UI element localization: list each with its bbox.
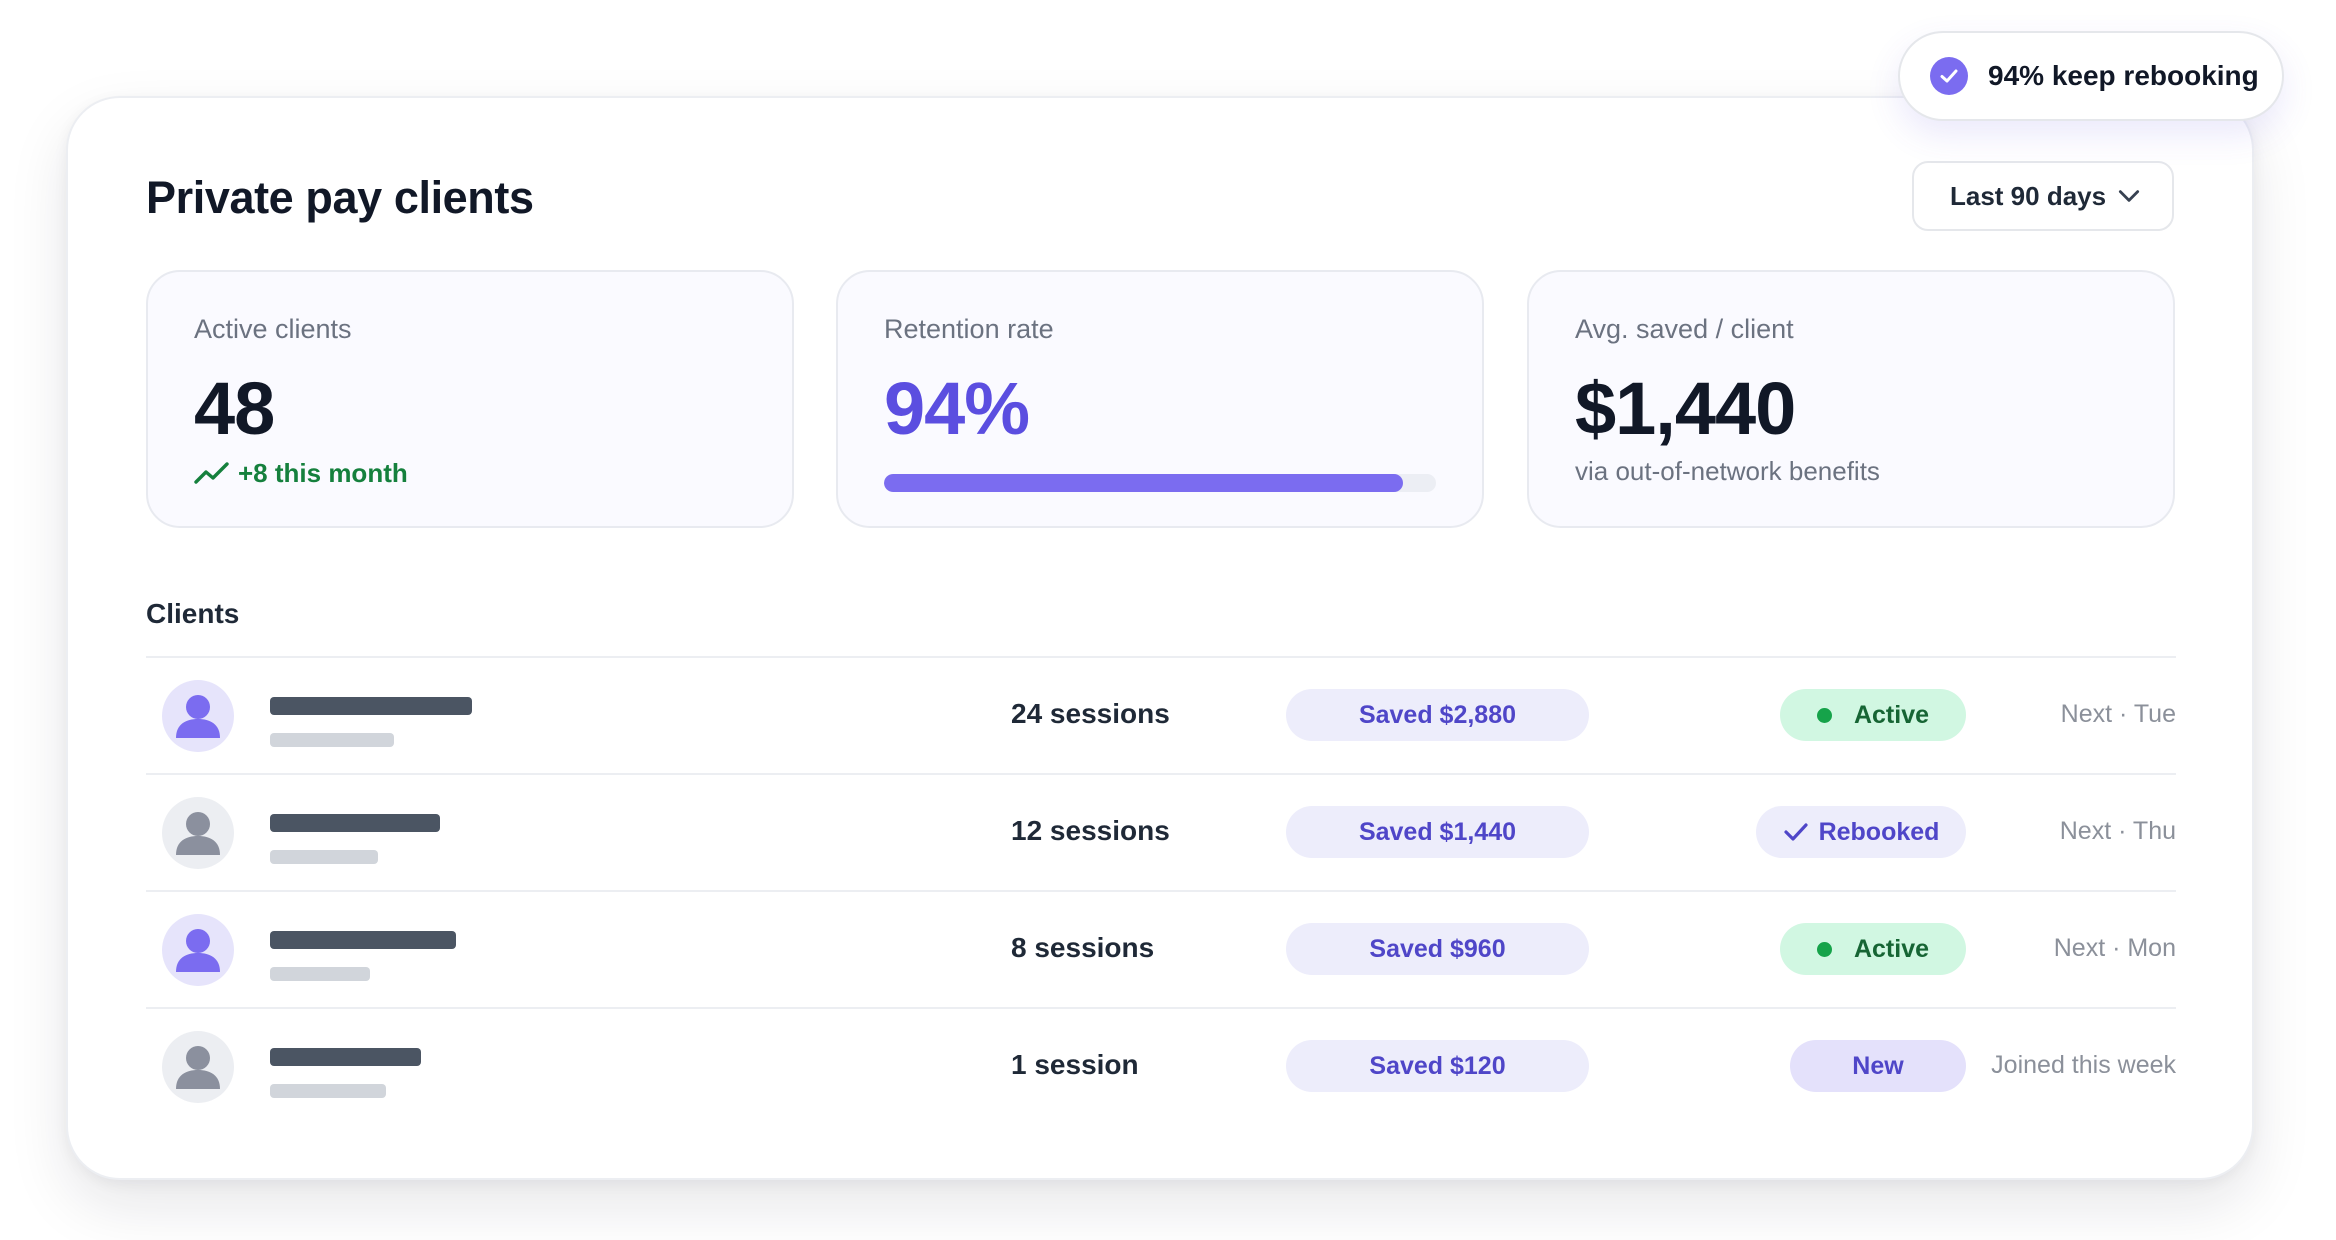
client-name-placeholder — [270, 931, 456, 949]
client-row[interactable]: 24 sessions Saved $2,880 Active Next · T… — [146, 656, 2176, 773]
user-icon — [176, 1046, 220, 1089]
check-icon — [1940, 69, 1958, 83]
status-badge: Active — [1780, 689, 1966, 741]
page-title: Private pay clients — [146, 172, 534, 223]
status-dot-icon — [1816, 707, 1832, 723]
client-name-placeholder — [270, 1048, 421, 1066]
session-count: 12 sessions — [1011, 815, 1170, 846]
avatar — [162, 914, 234, 986]
avg-saved-subtitle: via out-of-network benefits — [1575, 456, 1880, 486]
avg-saved-value: $1,440 — [1575, 367, 1796, 450]
saved-amount-badge: Saved $1,440 — [1286, 806, 1589, 858]
rebooking-badge-text: 94% keep rebooking — [1988, 60, 2259, 91]
client-detail-placeholder — [270, 1084, 386, 1098]
avg-saved-card: Avg. saved / client $1,440 via out-of-ne… — [1527, 270, 2175, 528]
client-detail-placeholder — [270, 967, 370, 981]
trend-up-icon — [194, 461, 229, 484]
client-detail-placeholder — [270, 850, 378, 864]
next-session: Next · Tue — [2060, 700, 2176, 728]
client-name-placeholder — [270, 814, 440, 832]
active-clients-trend-text: +8 this month — [238, 458, 408, 488]
retention-rate-label: Retention rate — [884, 314, 1054, 344]
active-clients-trend: +8 this month — [194, 458, 408, 489]
clients-section-title: Clients — [146, 598, 240, 629]
status-dot-icon — [1816, 941, 1832, 957]
user-icon — [176, 695, 220, 738]
client-name-placeholder — [270, 697, 472, 715]
retention-progress-track — [884, 474, 1436, 492]
active-clients-label: Active clients — [194, 314, 352, 344]
period-dropdown-value: Last 90 days — [1950, 180, 2107, 211]
retention-rate-value: 94% — [884, 367, 1030, 450]
status-label: New — [1852, 1051, 1904, 1080]
saved-amount-badge: Saved $960 — [1286, 923, 1589, 975]
check-circle-icon — [1930, 57, 1968, 95]
status-label: Active — [1853, 934, 1930, 963]
avatar — [162, 797, 234, 869]
retention-progress-fill — [884, 474, 1403, 492]
session-count: 1 session — [1011, 1049, 1139, 1080]
active-clients-card: Active clients 48 +8 this month — [146, 270, 794, 528]
chevron-down-icon — [2118, 190, 2140, 202]
avg-saved-label: Avg. saved / client — [1575, 314, 1794, 344]
next-session: Next · Mon — [2053, 934, 2176, 962]
saved-amount-badge: Saved $120 — [1286, 1040, 1589, 1092]
client-row[interactable]: 8 sessions Saved $960 Active Next · Mon — [146, 890, 2176, 1007]
clients-list: 24 sessions Saved $2,880 Active Next · T… — [146, 656, 2176, 1124]
client-row[interactable]: 1 session Saved $120 New Joined this wee… — [146, 1007, 2176, 1124]
check-icon — [1783, 823, 1808, 841]
user-icon — [176, 812, 220, 855]
period-dropdown[interactable]: Last 90 days — [1912, 161, 2174, 231]
next-session: Joined this week — [1991, 1051, 2176, 1079]
session-count: 24 sessions — [1011, 698, 1170, 729]
private-pay-clients-card: Private pay clients Last 90 days Active … — [66, 96, 2254, 1180]
rebooking-badge: 94% keep rebooking — [1898, 31, 2284, 121]
client-detail-placeholder — [270, 733, 394, 747]
status-badge: Rebooked — [1756, 806, 1966, 858]
session-count: 8 sessions — [1011, 932, 1155, 963]
next-session: Next · Thu — [2059, 817, 2176, 845]
status-badge: Active — [1780, 923, 1966, 975]
avatar — [162, 1031, 234, 1103]
client-row[interactable]: 12 sessions Saved $1,440 Rebooked Next ·… — [146, 773, 2176, 890]
status-label: Active — [1853, 700, 1930, 729]
user-icon — [176, 929, 220, 972]
active-clients-value: 48 — [194, 367, 275, 450]
status-badge: New — [1790, 1040, 1966, 1092]
saved-amount-badge: Saved $2,880 — [1286, 689, 1589, 741]
retention-rate-card: Retention rate 94% — [836, 270, 1484, 528]
avatar — [162, 680, 234, 752]
status-label: Rebooked — [1818, 817, 1940, 846]
